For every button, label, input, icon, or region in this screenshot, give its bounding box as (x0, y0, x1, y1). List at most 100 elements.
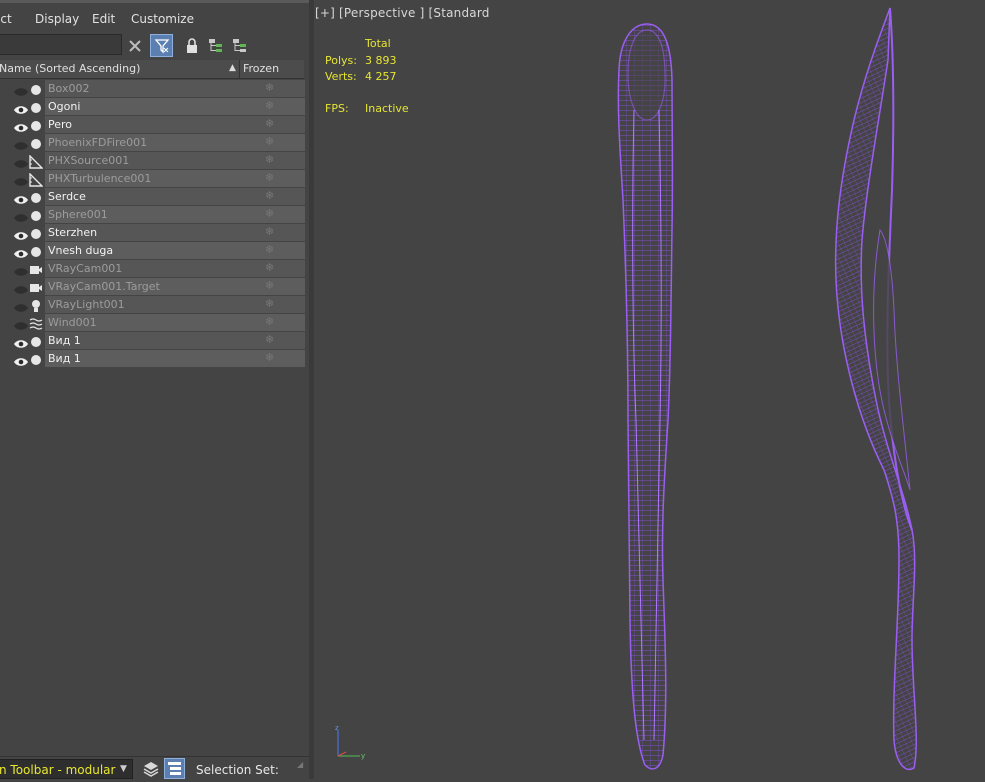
eye-hidden-icon[interactable] (13, 209, 29, 222)
object-name[interactable]: Sterzhen (48, 226, 97, 239)
object-name[interactable]: PHXSource001 (48, 154, 129, 167)
snowflake-icon[interactable]: ❄ (265, 297, 274, 310)
stats-polys-label: Polys: (325, 54, 357, 67)
object-row[interactable]: VRayCam001 ❄ (0, 260, 309, 278)
layers-icon[interactable] (142, 760, 160, 778)
lock-icon[interactable] (182, 36, 202, 56)
object-name[interactable]: PHXTurbulence001 (48, 172, 151, 185)
snowflake-icon[interactable]: ❄ (265, 261, 274, 274)
object-row[interactable]: Sterzhen ❄ (0, 224, 309, 242)
stats-fps-value: Inactive (365, 102, 409, 115)
filter-icon[interactable] (150, 34, 173, 57)
object-name[interactable]: PhoenixFDFire001 (48, 136, 147, 149)
snowflake-icon[interactable]: ❄ (265, 333, 274, 346)
stats-polys-value: 3 893 (365, 54, 397, 67)
object-row[interactable]: VRayCam001.Target ❄ (0, 278, 309, 296)
eye-icon[interactable] (13, 119, 29, 132)
svg-text:y: y (361, 752, 365, 760)
object-row[interactable]: Sphere001 ❄ (0, 206, 309, 224)
hierarchy-icon[interactable] (206, 36, 226, 56)
object-row[interactable]: Box002 ❄ (0, 80, 309, 98)
selection-set-label: Selection Set: (196, 763, 279, 777)
hierarchy-view-icon[interactable] (164, 758, 185, 779)
object-name[interactable]: Vnesh duga (48, 244, 113, 257)
clear-icon[interactable] (125, 36, 145, 56)
wireframe-model (617, 7, 917, 771)
object-row[interactable]: Vnesh duga ❄ (0, 242, 309, 260)
eye-icon[interactable] (13, 245, 29, 258)
snowflake-icon[interactable]: ❄ (265, 135, 274, 148)
object-name[interactable]: VRayCam001 (48, 262, 122, 275)
object-row[interactable]: Wind001 ❄ (0, 314, 309, 332)
wireframe-front-object (617, 23, 674, 770)
eye-hidden-icon[interactable] (13, 317, 29, 330)
eye-hidden-icon[interactable] (13, 137, 29, 150)
snowflake-icon[interactable]: ❄ (265, 207, 274, 220)
sort-ascending-icon: ▲ (229, 63, 236, 73)
snowflake-icon[interactable]: ❄ (265, 243, 274, 256)
object-name[interactable]: Вид 1 (48, 334, 81, 347)
object-row[interactable]: PHXTurbulence001 ❄ (0, 170, 309, 188)
chevron-down-icon: ▼ (120, 764, 127, 774)
eye-hidden-icon[interactable] (13, 263, 29, 276)
object-name[interactable]: Pero (48, 118, 72, 131)
snowflake-icon[interactable]: ❄ (265, 189, 274, 202)
object-name[interactable]: Вид 1 (48, 352, 81, 365)
column-header: Name (Sorted Ascending) ▲ Frozen (0, 60, 304, 79)
geometry-icon (29, 136, 43, 150)
object-row[interactable]: Вид 1 ❄ (0, 332, 309, 350)
viewport-label[interactable]: [+] [Perspective ] [Standard (315, 6, 490, 20)
snowflake-icon[interactable]: ❄ (265, 171, 274, 184)
snowflake-icon[interactable]: ❄ (265, 225, 274, 238)
layer-toolbar-dropdown[interactable]: n Toolbar - modular ▼ (0, 759, 133, 779)
object-name[interactable]: Wind001 (48, 316, 97, 329)
snowflake-icon[interactable]: ❄ (265, 351, 274, 364)
object-name[interactable]: Sphere001 (48, 208, 108, 221)
object-name[interactable]: Serdce (48, 190, 86, 203)
column-name-header[interactable]: Name (Sorted Ascending) (0, 62, 140, 75)
column-frozen-header[interactable]: Frozen (243, 62, 279, 75)
eye-hidden-icon[interactable] (13, 155, 29, 168)
object-name[interactable]: VRayCam001.Target (48, 280, 160, 293)
snowflake-icon[interactable]: ❄ (265, 81, 274, 94)
menu-select[interactable]: ect (0, 12, 12, 26)
eye-icon[interactable] (13, 101, 29, 114)
snowflake-icon[interactable]: ❄ (265, 153, 274, 166)
object-row[interactable]: VRayLight001 ❄ (0, 296, 309, 314)
object-row[interactable]: Вид 1 ❄ (0, 350, 309, 368)
eye-hidden-icon[interactable] (13, 173, 29, 186)
menu-display[interactable]: Display (35, 12, 79, 26)
geometry-icon (29, 118, 43, 132)
menu-edit[interactable]: Edit (92, 12, 115, 26)
panel-resize-grip-icon[interactable]: ◢ (297, 760, 303, 769)
object-row[interactable]: Serdce ❄ (0, 188, 309, 206)
search-input[interactable] (0, 34, 122, 55)
column-divider[interactable] (239, 60, 240, 78)
snowflake-icon[interactable]: ❄ (265, 117, 274, 130)
object-name[interactable]: Ogoni (48, 100, 80, 113)
hierarchy-icon[interactable] (230, 36, 250, 56)
object-row[interactable]: Ogoni ❄ (0, 98, 309, 116)
menu-customize[interactable]: Customize (131, 12, 194, 26)
eye-icon[interactable] (13, 353, 29, 366)
3dsmax-window: ect Display Edit Customize Name (0, 0, 985, 780)
object-row[interactable]: PhoenixFDFire001 ❄ (0, 134, 309, 152)
perspective-viewport[interactable]: [+] [Perspective ] [Standard Total Polys… (314, 0, 985, 779)
snowflake-icon[interactable]: ❄ (265, 279, 274, 292)
eye-hidden-icon[interactable] (13, 299, 29, 312)
eye-icon[interactable] (13, 191, 29, 204)
scene-explorer-panel: ect Display Edit Customize Name (0, 0, 309, 780)
object-row[interactable]: PHXSource001 ❄ (0, 152, 309, 170)
eye-icon[interactable] (13, 227, 29, 240)
object-name[interactable]: VRayLight001 (48, 298, 125, 311)
eye-hidden-icon[interactable] (13, 281, 29, 294)
eye-hidden-icon[interactable] (13, 83, 29, 96)
camera-icon (29, 280, 43, 294)
snowflake-icon[interactable]: ❄ (265, 99, 274, 112)
stats-total-label: Total (365, 37, 391, 50)
eye-icon[interactable] (13, 335, 29, 348)
snowflake-icon[interactable]: ❄ (265, 315, 274, 328)
object-row[interactable]: Pero ❄ (0, 116, 309, 134)
object-name[interactable]: Box002 (48, 82, 89, 95)
geometry-icon (29, 190, 43, 204)
